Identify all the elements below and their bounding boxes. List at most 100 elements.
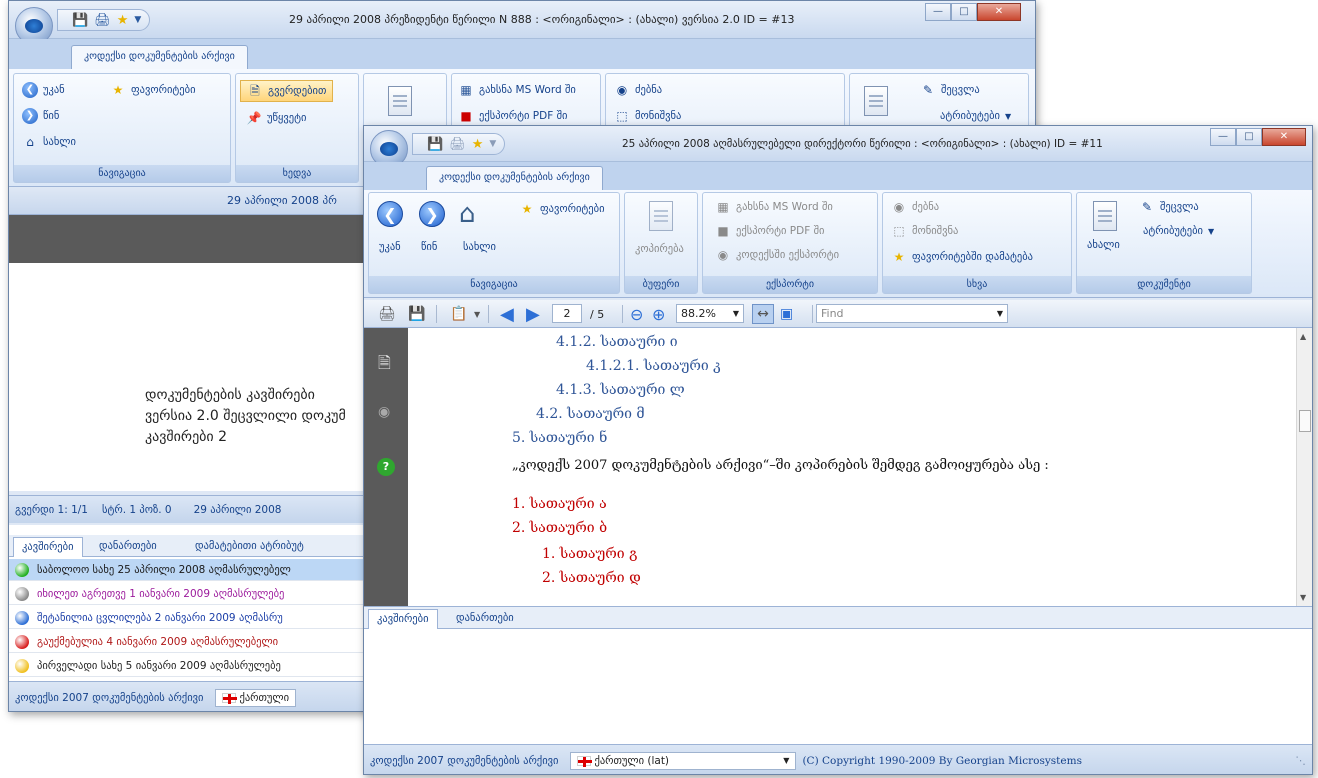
edit-button[interactable]: ✎ შეცვლა [920, 82, 980, 98]
tab-attachments[interactable]: დანართები [91, 537, 165, 557]
scroll-down-icon[interactable]: ▼ [1300, 593, 1306, 602]
print-icon[interactable]: 🖨 [94, 13, 111, 28]
front-home-icon[interactable]: ⌂ [459, 199, 476, 229]
resize-grip-icon[interactable]: ⋱ [1296, 755, 1307, 767]
front-group-clipboard-label: ბუფერი [625, 276, 697, 293]
front-back-label-btn[interactable]: უკან [379, 241, 401, 253]
minimize-button[interactable]: — [925, 3, 951, 21]
front-favorites-button[interactable]: ★ ფავორიტები [519, 201, 605, 217]
export-codex-button[interactable]: ◉ კოდექსში ექსპორტი [715, 247, 839, 263]
status-dot-icon [15, 610, 29, 625]
viewer-toolbar: 🖨 💾 📋 ▼ ◀ ▶ 2 / 5 ⊖ ⊕ 88.2% ▼ ↔ ▣ Find ▼ [364, 300, 1312, 328]
front-mark-button[interactable]: ⬚ მონიშვნა [891, 223, 958, 239]
zoom-out-icon[interactable]: ⊖ [630, 304, 643, 324]
qat-customize-icon[interactable]: ▼ [134, 15, 141, 25]
front-new-doc-icon[interactable] [1093, 201, 1117, 231]
toolbar-separator [436, 305, 437, 323]
front-home-label: სახლი [463, 241, 496, 253]
scroll-up-icon[interactable]: ▲ [1300, 332, 1306, 341]
copy-doc-icon[interactable] [388, 86, 412, 116]
vertical-scrollbar[interactable]: ▲ ▼ [1296, 328, 1312, 606]
toolbar-separator [488, 305, 489, 323]
front-qat-customize-icon[interactable]: ▼ [489, 139, 496, 149]
quick-access-toolbar: 💾 🖨 ★ ▼ [57, 9, 151, 31]
add-favorites-button[interactable]: ★ ფავორიტებში დამატება [891, 249, 1033, 265]
next-page-icon[interactable]: ▶ [526, 304, 540, 325]
front-minimize-button[interactable]: — [1210, 128, 1236, 146]
mark-icon: ⬚ [616, 109, 628, 123]
zoom-in-icon[interactable]: ⊕ [652, 304, 665, 324]
maximize-button[interactable]: □ [951, 3, 977, 21]
front-home-label-btn[interactable]: სახლი [463, 241, 496, 253]
continuous-view-button[interactable]: 📌 უწყვეტი [246, 110, 307, 126]
back-button[interactable]: ❮ უკან [22, 82, 65, 98]
forward-button[interactable]: ❯ წინ [22, 108, 59, 124]
pages-panel-icon[interactable]: 🗎 [378, 352, 391, 379]
new-label: ახალი [1087, 239, 1120, 251]
tab-additional-attributes[interactable]: დამატებითი ატრიბუტ [187, 537, 312, 557]
copy-button[interactable]: კოპირება [635, 243, 684, 255]
front-ribbon-tab-archive[interactable]: კოდექსი დოკუმენტების არქივი [426, 166, 603, 191]
front-maximize-button[interactable]: □ [1236, 128, 1262, 146]
copy-dropdown-icon[interactable]: ▼ [474, 304, 480, 324]
export-pdf-button[interactable]: ■ ექსპორტი PDF ში [458, 108, 567, 124]
front-export-pdf-button[interactable]: ■ ექსპორტი PDF ში [715, 223, 824, 239]
search-label: ძებნა [635, 84, 663, 96]
front-window-controls: — □ ✕ [1210, 128, 1306, 146]
front-tab-relations[interactable]: კავშირები [368, 609, 438, 629]
front-back-arrow-icon[interactable]: ❮ [377, 201, 403, 227]
search-panel-icon[interactable]: ◉ [378, 404, 390, 420]
codex-icon: ◉ [717, 248, 729, 262]
front-group-document-label: დოკუმენტი [1077, 276, 1251, 293]
pages-view-button[interactable]: 🗎 გვერდებით [240, 80, 334, 102]
fit-width-icon[interactable]: ↔ [752, 304, 774, 324]
front-back-label: უკან [379, 241, 401, 253]
scroll-thumb[interactable] [1299, 410, 1311, 432]
front-open-word-button[interactable]: ▦ გახსნა MS Word ში [715, 199, 833, 215]
copy-doc-icon[interactable]: 📋 [450, 304, 467, 324]
fit-page-icon[interactable]: ▣ [780, 304, 793, 324]
relation-text: გაუქმებულია 4 იანვარი 2009 აღმასრულებელი [37, 635, 279, 648]
footer-language-select[interactable]: ქართული [215, 688, 297, 707]
copy-icon[interactable] [649, 201, 673, 231]
favorites-star-icon[interactable]: ★ [117, 13, 129, 28]
print-icon[interactable]: 🖨 [378, 304, 396, 324]
word-icon: ▦ [460, 83, 472, 97]
home-button[interactable]: ⌂ სახლი [22, 134, 76, 150]
front-favorites-star-icon[interactable]: ★ [472, 137, 484, 152]
tab-relations[interactable]: კავშირები [13, 537, 83, 557]
front-forward-label-btn[interactable]: წინ [421, 241, 437, 253]
front-tab-attachments[interactable]: დანართები [448, 609, 522, 629]
front-window-title: 25 აპრილი 2008 აღმასრულებელი დირექტორი წ… [622, 138, 1103, 150]
forward-arrow-icon: ❯ [22, 108, 38, 124]
front-attributes-button[interactable]: ატრიბუტები ▼ [1143, 225, 1214, 237]
search-button[interactable]: ◉ ძებნა [614, 82, 662, 98]
front-forward-arrow-icon[interactable]: ❯ [419, 201, 445, 227]
relation-text: შეტანილია ცვლილება 2 იანვარი 2009 აღმასრ… [37, 611, 283, 624]
save-doc-icon[interactable]: 💾 [408, 304, 425, 324]
front-search-button[interactable]: ◉ ძებნა [891, 199, 939, 215]
front-close-button[interactable]: ✕ [1262, 128, 1306, 146]
prev-page-icon[interactable]: ◀ [500, 304, 514, 325]
front-save-icon[interactable]: 💾 [427, 137, 443, 152]
save-icon[interactable]: 💾 [72, 13, 88, 28]
mark-button[interactable]: ⬚ მონიშვნა [614, 108, 681, 124]
help-icon[interactable]: ? [377, 458, 395, 476]
relation-text: იხილეთ აგრეთვე 1 იანვარი 2009 აღმასრულებ… [37, 587, 285, 600]
front-footer-language-select[interactable]: ქართული (lat) ▼ [570, 751, 797, 770]
front-print-icon[interactable]: 🖨 [449, 137, 466, 152]
open-word-button[interactable]: ▦ გახსნა MS Word ში [458, 82, 576, 98]
attributes-button[interactable]: ატრიბუტები ▼ [940, 110, 1011, 122]
front-word-icon: ▦ [717, 200, 729, 214]
find-input[interactable]: Find ▼ [816, 304, 1008, 323]
zoom-select[interactable]: 88.2% ▼ [676, 304, 744, 323]
group-navigation-label: ნავიგაცია [14, 165, 230, 182]
page-number-input[interactable]: 2 [552, 304, 582, 323]
front-edit-button[interactable]: ✎ შეცვლა [1139, 199, 1199, 215]
close-button[interactable]: ✕ [977, 3, 1021, 21]
new-button[interactable]: ახალი [1087, 239, 1120, 251]
favorites-button[interactable]: ★ ფავორიტები [110, 82, 196, 98]
ribbon-tab-archive[interactable]: კოდექსი დოკუმენტების არქივი [71, 45, 248, 70]
back-doc-line-0: დოკუმენტების კავშირები [145, 387, 315, 403]
new-doc-icon[interactable] [864, 86, 888, 116]
